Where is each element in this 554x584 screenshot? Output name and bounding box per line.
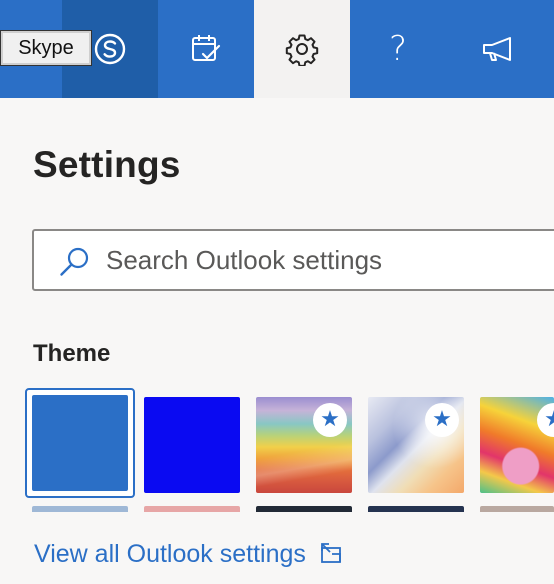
search-input[interactable] xyxy=(106,239,554,281)
search-box[interactable] xyxy=(32,229,554,291)
premium-star-badge: ★ xyxy=(313,403,347,437)
search-icon xyxy=(58,245,92,283)
skype-icon xyxy=(93,32,127,66)
open-in-new-window-icon xyxy=(320,542,342,571)
star-icon: ★ xyxy=(320,407,340,432)
skype-tooltip: Skype xyxy=(0,30,92,66)
theme-swatch-rainbow[interactable]: ★ xyxy=(256,397,352,493)
theme-swatch-next-row[interactable] xyxy=(368,506,464,512)
theme-swatch-blue-selected[interactable] xyxy=(25,388,135,498)
theme-swatch-next-row[interactable] xyxy=(480,506,554,512)
theme-swatch-unicorn[interactable]: ★ xyxy=(480,397,554,493)
calendar-check-icon xyxy=(189,32,223,66)
premium-star-badge: ★ xyxy=(537,403,554,437)
megaphone-icon xyxy=(480,34,520,64)
theme-swatch-ribbon[interactable]: ★ xyxy=(368,397,464,493)
theme-section-title: Theme xyxy=(33,340,111,367)
help-button[interactable]: ? xyxy=(350,0,446,98)
view-all-settings-link[interactable]: View all Outlook settings xyxy=(34,538,342,571)
feedback-button[interactable] xyxy=(446,0,554,98)
theme-swatch-fill xyxy=(32,395,128,491)
theme-swatch-row: ★ ★ ★ xyxy=(0,388,554,500)
star-icon: ★ xyxy=(432,407,452,432)
settings-button[interactable] xyxy=(254,0,350,98)
page-title: Settings xyxy=(33,144,181,185)
star-icon: ★ xyxy=(544,407,554,432)
theme-swatch-next-row[interactable] xyxy=(144,506,240,512)
app-header-bar: ? Skype xyxy=(0,0,554,98)
premium-star-badge: ★ xyxy=(425,403,459,437)
theme-swatch-next-row[interactable] xyxy=(256,506,352,512)
gear-icon xyxy=(285,32,319,66)
theme-swatch-next-row[interactable] xyxy=(32,506,128,512)
my-day-button[interactable] xyxy=(158,0,254,98)
question-mark-icon: ? xyxy=(388,29,408,69)
theme-swatch-bright-blue[interactable] xyxy=(144,397,240,493)
view-all-settings-label: View all Outlook settings xyxy=(34,540,306,568)
